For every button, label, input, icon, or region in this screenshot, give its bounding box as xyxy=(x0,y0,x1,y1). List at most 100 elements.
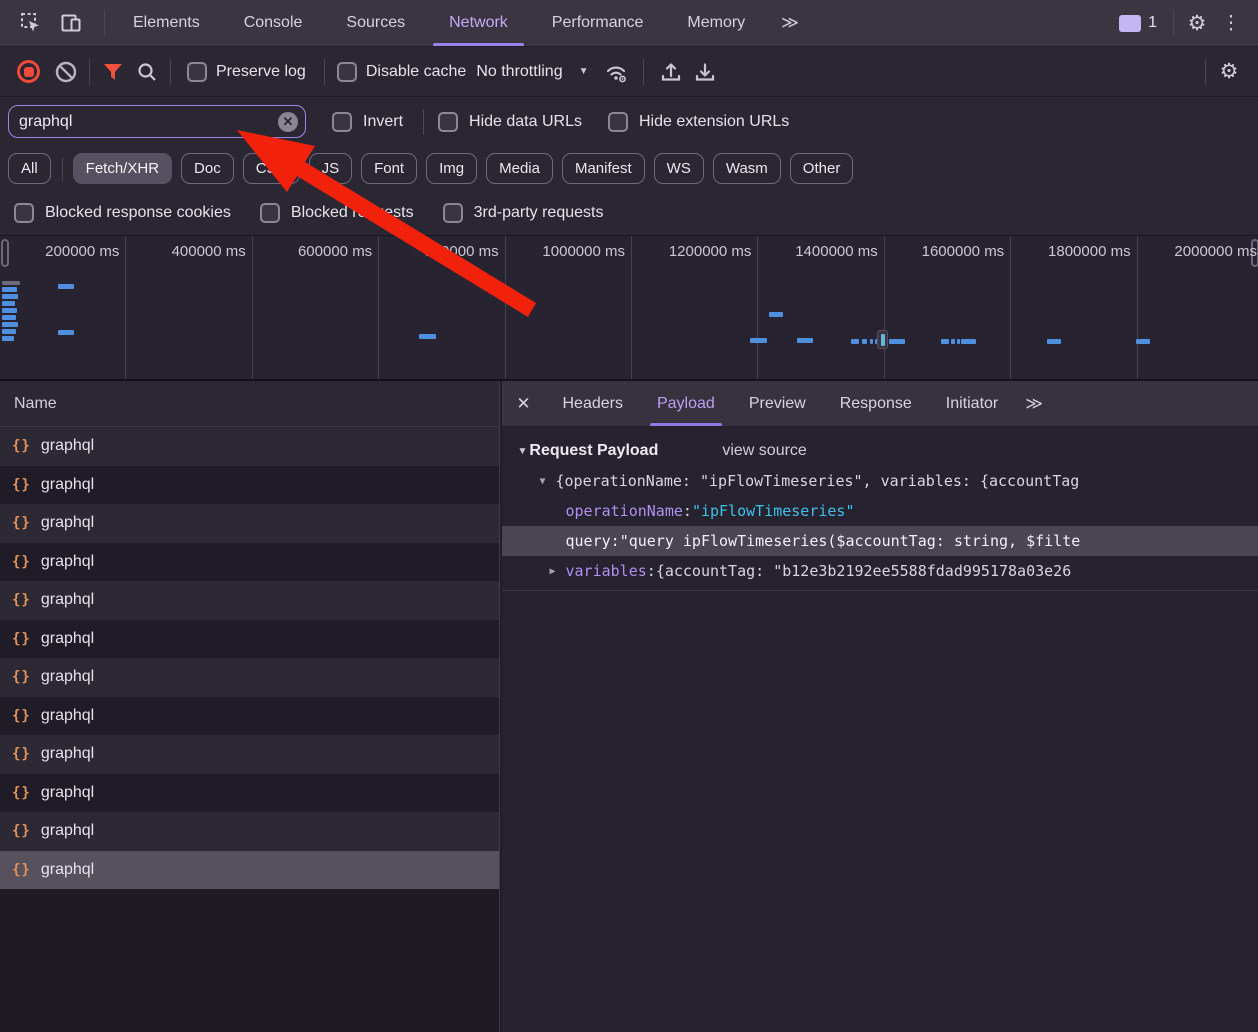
request-row[interactable]: {}graphql xyxy=(0,543,499,582)
timeline-segment: 1200000 ms xyxy=(632,236,758,381)
request-activity-bar xyxy=(2,315,16,320)
details-tab-payload[interactable]: Payload xyxy=(640,381,732,426)
request-activity-bar xyxy=(419,334,436,339)
invert-checkbox[interactable] xyxy=(332,112,352,132)
name-column-header[interactable]: Name xyxy=(0,381,499,427)
chip-ws[interactable]: WS xyxy=(654,153,704,184)
timeline-segment: 400000 ms xyxy=(126,236,252,381)
request-row[interactable]: {}graphql xyxy=(0,735,499,774)
divider xyxy=(502,590,1258,591)
request-activity-bar xyxy=(750,338,767,343)
clear-network-log-icon[interactable] xyxy=(49,55,83,89)
blocked-requests-label: Blocked requests xyxy=(291,204,414,222)
chip-doc[interactable]: Doc xyxy=(181,153,234,184)
request-name: graphql xyxy=(41,784,94,802)
payload-value: {accountTag: "b12e3b2192ee5588fdad995178… xyxy=(656,562,1071,580)
settings-gear-icon[interactable]: ⚙ xyxy=(1180,6,1214,40)
hide-extension-urls-checkbox[interactable] xyxy=(608,112,628,132)
payload-value: "ipFlowTimeseries" xyxy=(692,502,855,520)
request-row[interactable]: {}graphql xyxy=(0,466,499,505)
json-braces-icon: {} xyxy=(12,515,31,531)
tab-performance[interactable]: Performance xyxy=(530,0,666,46)
request-type-chips: All Fetch/XHR Doc CSS JS Font Img Media Manifest… xyxy=(0,146,1258,191)
third-party-requests-checkbox[interactable] xyxy=(443,203,463,223)
throttling-select[interactable]: No throttling ▼ xyxy=(466,63,598,81)
chip-img[interactable]: Img xyxy=(426,153,477,184)
tab-console[interactable]: Console xyxy=(222,0,325,46)
request-row[interactable]: {}graphql xyxy=(0,697,499,736)
record-network-log-button[interactable] xyxy=(17,60,40,83)
close-details-icon[interactable]: ✕ xyxy=(502,394,546,414)
network-conditions-icon[interactable] xyxy=(599,55,633,89)
clear-filter-icon[interactable]: ✕ xyxy=(278,112,298,132)
details-tab-headers[interactable]: Headers xyxy=(546,381,640,426)
request-name: graphql xyxy=(41,437,94,455)
payload-operation-row[interactable]: operationName: "ipFlowTimeseries" xyxy=(502,496,1258,526)
hide-extension-urls-label: Hide extension URLs xyxy=(639,113,789,131)
inspect-element-icon[interactable] xyxy=(14,6,48,40)
timeline-tick-label: 600000 ms xyxy=(298,243,372,260)
timeline-segment: 1600000 ms xyxy=(885,236,1011,381)
chip-all[interactable]: All xyxy=(8,153,51,184)
devtools-tab-bar: ElementsConsoleSourcesNetworkPerformance… xyxy=(0,0,1258,47)
chip-css[interactable]: CSS xyxy=(243,153,300,184)
request-row[interactable]: {}graphql xyxy=(0,774,499,813)
chip-js[interactable]: JS xyxy=(309,153,353,184)
import-har-icon[interactable] xyxy=(654,55,688,89)
blocked-response-cookies-checkbox[interactable] xyxy=(14,203,34,223)
request-row[interactable]: {}graphql xyxy=(0,851,499,890)
request-row[interactable]: {}graphql xyxy=(0,581,499,620)
filter-input[interactable]: graphql ✕ xyxy=(8,105,306,138)
details-tab-response[interactable]: Response xyxy=(823,381,929,426)
request-name: graphql xyxy=(41,630,94,648)
chip-font[interactable]: Font xyxy=(361,153,417,184)
chip-media[interactable]: Media xyxy=(486,153,553,184)
device-toolbar-icon[interactable] xyxy=(54,6,88,40)
payload-variables-row[interactable]: ▶ variables: {accountTag: "b12e3b2192ee5… xyxy=(502,556,1258,586)
request-row[interactable]: {}graphql xyxy=(0,812,499,851)
collapse-triangle-icon[interactable]: ▼ xyxy=(518,446,528,457)
network-toolbar: Preserve log Disable cache No throttling… xyxy=(0,47,1258,97)
chip-fetch-xhr[interactable]: Fetch/XHR xyxy=(73,153,172,184)
export-har-icon[interactable] xyxy=(688,55,722,89)
request-row[interactable]: {}graphql xyxy=(0,658,499,697)
network-overview-timeline[interactable]: 200000 ms400000 ms600000 ms800000 ms1000… xyxy=(0,236,1258,381)
request-row[interactable]: {}graphql xyxy=(0,620,499,659)
search-icon[interactable] xyxy=(130,55,164,89)
divider xyxy=(89,59,90,85)
request-row[interactable]: {}graphql xyxy=(0,427,499,466)
timeline-tick-label: 2000000 ms xyxy=(1174,243,1257,260)
network-settings-gear-icon[interactable]: ⚙ xyxy=(1212,55,1246,89)
more-details-tabs-icon[interactable]: ≫ xyxy=(1015,394,1051,414)
blocked-requests-checkbox[interactable] xyxy=(260,203,280,223)
issues-button[interactable]: 1 xyxy=(1109,14,1167,32)
details-tab-initiator[interactable]: Initiator xyxy=(929,381,1015,426)
expand-triangle-icon[interactable]: ▼ xyxy=(536,476,550,487)
payload-summary-row[interactable]: ▼ {operationName: "ipFlowTimeseries", va… xyxy=(502,466,1258,496)
details-tab-preview[interactable]: Preview xyxy=(732,381,823,426)
hide-data-urls-checkbox[interactable] xyxy=(438,112,458,132)
details-tab-bar: ✕ HeadersPayloadPreviewResponseInitiator… xyxy=(502,381,1258,427)
expand-triangle-icon[interactable]: ▶ xyxy=(546,566,560,577)
chip-other[interactable]: Other xyxy=(790,153,854,184)
tab-network[interactable]: Network xyxy=(427,0,530,46)
request-row[interactable]: {}graphql xyxy=(0,504,499,543)
request-name: graphql xyxy=(41,745,94,763)
tab-elements[interactable]: Elements xyxy=(111,0,222,46)
chip-wasm[interactable]: Wasm xyxy=(713,153,781,184)
issues-count: 1 xyxy=(1148,14,1157,32)
issues-bubble-icon xyxy=(1119,15,1141,32)
tab-sources[interactable]: Sources xyxy=(324,0,427,46)
tab-memory[interactable]: Memory xyxy=(665,0,767,46)
view-source-link[interactable]: view source xyxy=(722,442,806,460)
more-tabs-icon[interactable]: ≫ xyxy=(767,13,811,33)
json-braces-icon: {} xyxy=(12,708,31,724)
chip-manifest[interactable]: Manifest xyxy=(562,153,645,184)
filter-funnel-icon[interactable] xyxy=(96,55,130,89)
json-braces-icon: {} xyxy=(12,823,31,839)
kebab-menu-icon[interactable]: ⋮ xyxy=(1214,6,1248,40)
disable-cache-checkbox[interactable] xyxy=(337,62,357,82)
payload-query-row-selected[interactable]: query: "query ipFlowTimeseries($accountT… xyxy=(502,526,1258,556)
preserve-log-checkbox[interactable] xyxy=(187,62,207,82)
payload-key: query xyxy=(566,532,611,550)
